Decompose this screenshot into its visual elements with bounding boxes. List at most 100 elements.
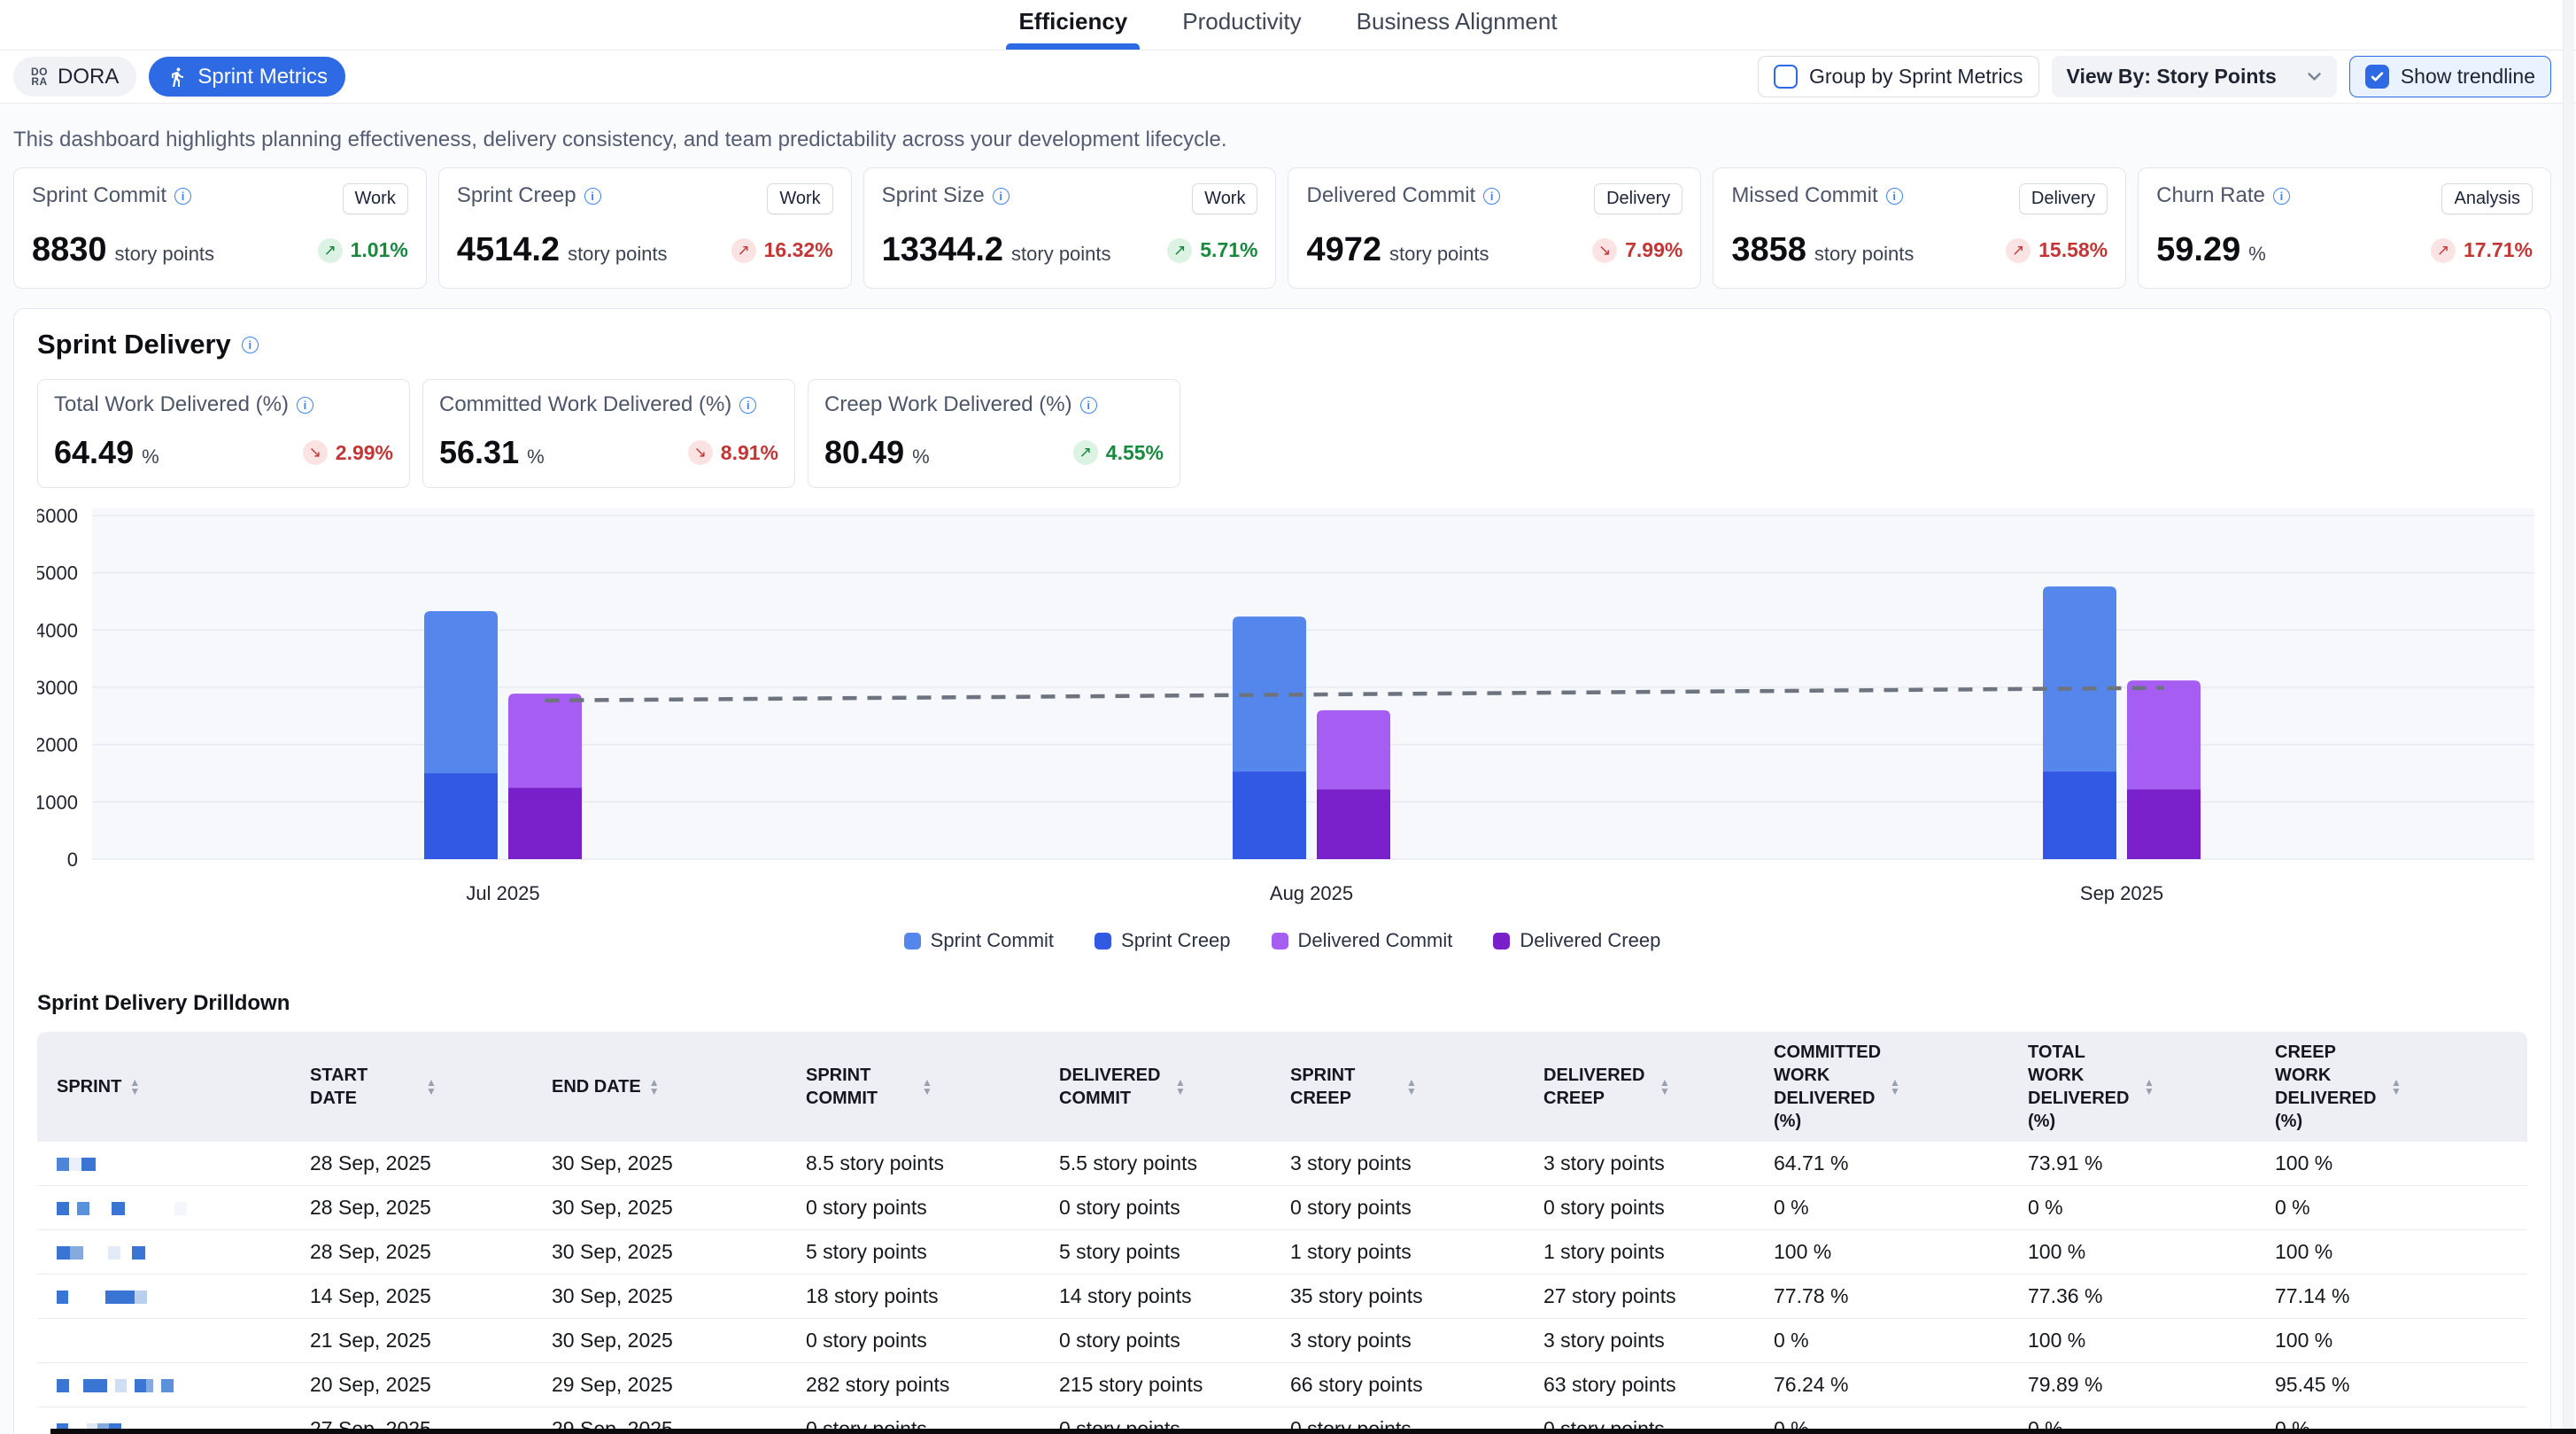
- sort-desc-icon: ▼: [649, 1087, 660, 1096]
- sprint-metrics-button[interactable]: Sprint Metrics: [149, 57, 345, 97]
- legend-item-delivered-commit[interactable]: Delivered Commit: [1272, 929, 1453, 952]
- sort-icon[interactable]: ▲▼: [2391, 1078, 2402, 1096]
- cell: 77.78 %: [1754, 1284, 2008, 1308]
- cell: 20 Sep, 2025: [290, 1373, 532, 1397]
- info-icon[interactable]: i: [297, 397, 313, 414]
- kpi-card-title: Missed Commiti: [1731, 183, 1902, 208]
- sort-icon[interactable]: ▲▼: [649, 1078, 660, 1096]
- trend-up-icon: ↗: [731, 238, 756, 263]
- redacted-sprint-name: [105, 1291, 135, 1304]
- show-trendline-toggle[interactable]: Show trendline: [2349, 56, 2551, 97]
- category-badge: Work: [343, 183, 408, 214]
- bar-chart-svg: 0100020003000400050006000Jul 2025Aug 202…: [37, 501, 2543, 918]
- table-row[interactable]: 28 Sep, 202530 Sep, 20258.5 story points…: [37, 1142, 2527, 1186]
- sort-icon[interactable]: ▲▼: [1406, 1078, 1417, 1096]
- table-row[interactable]: 21 Sep, 202530 Sep, 20250 story points0 …: [37, 1319, 2527, 1363]
- kpi-card-sprint-size: Sprint SizeiWork13344.2story points↗5.71…: [863, 167, 1277, 289]
- checkbox-checked-icon[interactable]: [2365, 65, 2389, 89]
- redacted-sprint-name: [69, 1202, 77, 1215]
- page-scrollbar[interactable]: [2563, 0, 2574, 1434]
- kpi-card-title: Churn Ratei: [2156, 183, 2290, 208]
- info-icon[interactable]: i: [1886, 188, 1903, 205]
- tab-productivity[interactable]: Productivity: [1180, 0, 1303, 50]
- redacted-sprint-name: [83, 1379, 107, 1392]
- kpi-value: 4514.2: [457, 231, 560, 269]
- column-header-start-date: START DATE▲▼: [290, 1064, 532, 1110]
- kpi-title-text: Committed Work Delivered (%): [439, 392, 731, 417]
- info-icon[interactable]: i: [1483, 188, 1500, 205]
- legend-item-sprint-commit[interactable]: Sprint Commit: [904, 929, 1054, 952]
- trend-value: 8.91%: [721, 441, 778, 465]
- kpi-value-row: 4514.2 story points ↗16.32%: [457, 231, 833, 269]
- cell: 66 story points: [1271, 1373, 1524, 1397]
- kpi-card-sprint-commit: Sprint CommitiWork8830story points↗1.01%: [13, 167, 427, 289]
- sort-desc-icon: ▼: [1890, 1087, 1900, 1096]
- group-by-sprint-metrics-toggle[interactable]: Group by Sprint Metrics: [1758, 56, 2039, 97]
- sort-icon[interactable]: ▲▼: [922, 1078, 932, 1096]
- kpi-unit: %: [142, 446, 159, 469]
- info-icon[interactable]: i: [1080, 397, 1097, 414]
- tab-efficiency[interactable]: Efficiency: [1017, 0, 1129, 50]
- cell: 30 Sep, 2025: [532, 1196, 786, 1220]
- dashboard-page: Efficiency Productivity Business Alignment…: [0, 0, 2576, 1434]
- column-header-label: END DATE: [552, 1075, 641, 1098]
- trend-up-icon: ↗: [1073, 440, 1098, 465]
- cell: 5 story points: [1040, 1240, 1271, 1264]
- sort-icon[interactable]: ▲▼: [2144, 1078, 2154, 1096]
- dora-button[interactable]: DORA DORA: [13, 57, 136, 97]
- info-icon[interactable]: i: [739, 397, 756, 414]
- tab-business-alignment[interactable]: Business Alignment: [1355, 0, 1559, 50]
- cell-sprint: [37, 1240, 290, 1264]
- chart-legend: Sprint Commit Sprint Creep Delivered Commi…: [37, 929, 2527, 952]
- svg-text:Jul 2025: Jul 2025: [466, 882, 539, 904]
- info-icon[interactable]: i: [174, 188, 191, 205]
- kpi-title-text: Total Work Delivered (%): [54, 392, 289, 417]
- top-tab-bar: Efficiency Productivity Business Alignment: [0, 0, 2576, 50]
- trend-neg: ↗16.32%: [731, 238, 833, 263]
- legend-item-sprint-creep[interactable]: Sprint Creep: [1095, 929, 1231, 952]
- column-header-label: DELIVERED COMMIT: [1059, 1064, 1167, 1110]
- redacted-sprint-name: [69, 1158, 81, 1171]
- sort-icon[interactable]: ▲▼: [426, 1078, 437, 1096]
- column-header-label: COMMITTED WORK DELIVERED (%): [1774, 1041, 1882, 1133]
- cell: 63 story points: [1524, 1373, 1754, 1397]
- info-icon[interactable]: i: [584, 188, 601, 205]
- info-icon[interactable]: i: [242, 337, 259, 353]
- sort-icon[interactable]: ▲▼: [129, 1078, 140, 1096]
- view-by-value: View By: Story Points: [2067, 65, 2277, 89]
- trend-value: 4.55%: [1106, 441, 1164, 465]
- sort-icon[interactable]: ▲▼: [1175, 1078, 1186, 1096]
- view-by-select[interactable]: View By: Story Points: [2052, 56, 2337, 97]
- trend-neg: ↘7.99%: [1592, 238, 1683, 263]
- kpi-value-row: 4972story points↘7.99%: [1306, 231, 1683, 269]
- checkbox-unchecked-icon[interactable]: [1774, 65, 1798, 89]
- table-row[interactable]: 14 Sep, 202530 Sep, 202518 story points1…: [37, 1275, 2527, 1319]
- category-badge: Analysis: [2441, 183, 2532, 214]
- cell: 3 story points: [1524, 1151, 1754, 1175]
- redacted-sprint-name: [108, 1246, 120, 1260]
- table-row[interactable]: 28 Sep, 202530 Sep, 20250 story points0 …: [37, 1186, 2527, 1230]
- svg-text:0: 0: [67, 849, 78, 871]
- kpi-card-creep-work-delivered-: Creep Work Delivered (%)i80.49%↗4.55%: [808, 379, 1180, 488]
- category-badge: Delivery: [1594, 183, 1683, 214]
- info-icon[interactable]: i: [2273, 188, 2290, 205]
- sort-desc-icon: ▼: [2391, 1087, 2402, 1096]
- cell: 0 story points: [1040, 1329, 1271, 1353]
- sort-icon[interactable]: ▲▼: [1659, 1078, 1670, 1096]
- kpi-unit: story points: [568, 243, 668, 266]
- table-row[interactable]: 28 Sep, 202530 Sep, 20255 story points5 …: [37, 1230, 2527, 1275]
- redacted-sprint-name: [57, 1158, 69, 1171]
- redacted-sprint-name: [57, 1202, 69, 1215]
- kpi-value-wrap: 3858story points: [1731, 231, 1914, 269]
- cell-sprint: [37, 1151, 290, 1175]
- cell: 77.14 %: [2255, 1284, 2518, 1308]
- dashboard-body: This dashboard highlights planning effec…: [0, 128, 2576, 289]
- trend-neg: ↘8.91%: [688, 440, 778, 465]
- info-icon[interactable]: i: [993, 188, 1010, 205]
- table-row[interactable]: 20 Sep, 202529 Sep, 2025282 story points…: [37, 1363, 2527, 1407]
- cell: 100 %: [2008, 1240, 2255, 1264]
- sort-icon[interactable]: ▲▼: [1890, 1078, 1900, 1096]
- table-header-row: SPRINT▲▼START DATE▲▼END DATE▲▼SPRINT COM…: [37, 1032, 2527, 1142]
- legend-item-delivered-creep[interactable]: Delivered Creep: [1493, 929, 1660, 952]
- cell: 30 Sep, 2025: [532, 1329, 786, 1353]
